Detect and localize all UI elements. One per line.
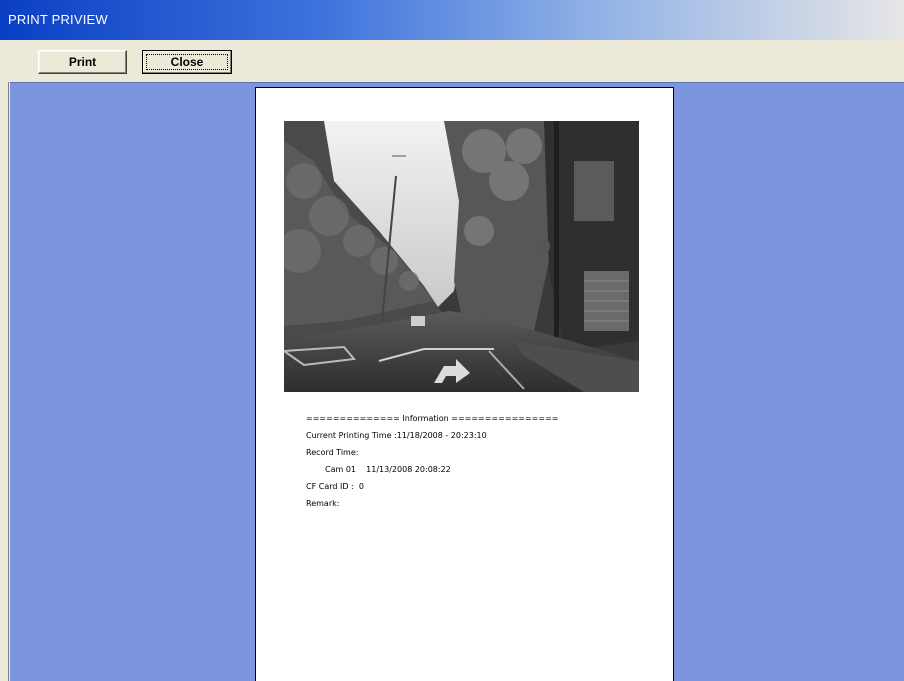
title-bar: PRINT PRIVIEW	[0, 0, 904, 40]
info-header: ============== Information =============…	[306, 414, 559, 423]
left-frame-edge	[0, 82, 10, 681]
print-button-label: Print	[68, 55, 97, 69]
print-page: ============== Information =============…	[255, 87, 674, 681]
close-button[interactable]: Close	[142, 50, 232, 74]
current-printing-time: Current Printing Time :11/18/2008 - 20:2…	[306, 431, 487, 440]
cam-record-time: Cam 01 11/13/2008 20:08:22	[325, 465, 451, 474]
cf-card-id: CF Card ID : 0	[306, 482, 364, 491]
preview-viewport[interactable]: ============== Information =============…	[10, 82, 904, 681]
print-button[interactable]: Print	[38, 50, 127, 74]
toolbar: Print Close	[0, 40, 904, 82]
remark-label: Remark:	[306, 499, 340, 508]
information-block: ============== Information =============…	[306, 410, 559, 512]
camera-snapshot-image	[284, 121, 639, 392]
record-time-label: Record Time:	[306, 448, 359, 457]
window-title: PRINT PRIVIEW	[8, 12, 108, 27]
focus-rectangle	[146, 54, 228, 70]
